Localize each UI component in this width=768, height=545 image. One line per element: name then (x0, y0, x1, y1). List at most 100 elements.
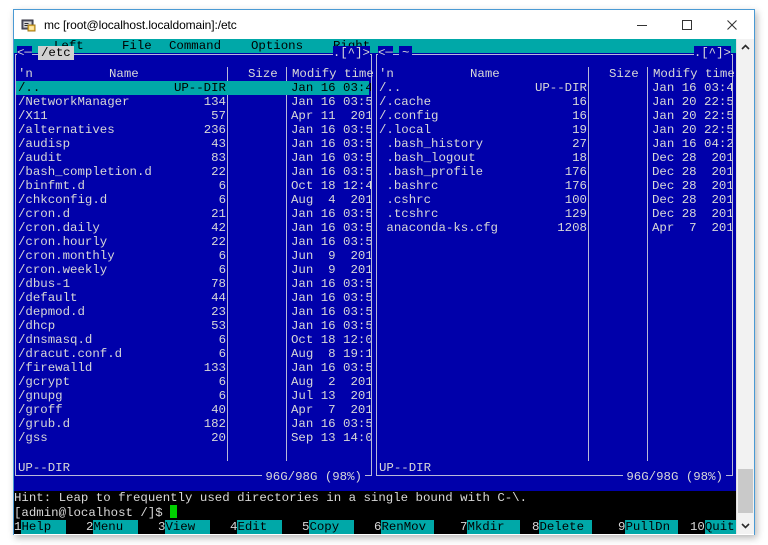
file-row[interactable]: /dhcp 53 Jan 16 03:51 (16, 319, 371, 333)
file-panel-right[interactable]: <─ ~ .[^]> 'n Name Size Modify time /.. U… (375, 46, 736, 491)
panel-left-path[interactable]: /etc (38, 46, 74, 60)
file-row[interactable]: /binfmt.d 6 Oct 18 12:48 (16, 179, 371, 193)
file-row[interactable]: /firewalld 133 Jan 16 03:51 (16, 361, 371, 375)
column-header-size-left[interactable]: Size (248, 67, 278, 81)
file-mtime: Jun 9 2014 (291, 249, 371, 263)
file-row[interactable]: anaconda-ks.cfg 1208 Apr 7 2017 (377, 221, 732, 235)
column-header-name-left[interactable]: Name (109, 67, 139, 81)
file-mtime: Jan 20 22:51 (652, 95, 732, 109)
file-row[interactable]: /.. UP--DIR Jan 16 03:49 (377, 81, 732, 95)
terminal-scrollbar[interactable] (736, 39, 754, 534)
file-list-right[interactable]: /.. UP--DIR Jan 16 03:49 /.cache 16 Jan 20 22… (377, 81, 732, 461)
function-key-number: 1 (14, 520, 22, 534)
file-row[interactable]: /dracut.conf.d 6 Aug 8 19:14 (16, 347, 371, 361)
file-row[interactable]: /gss 20 Sep 13 14:05 (16, 431, 371, 445)
file-row[interactable]: /.. UP--DIR Jan 16 03:49 (16, 81, 371, 95)
panel-right-corner-left: <─ (378, 46, 393, 60)
function-key-4[interactable]: 4 Edit (230, 520, 283, 534)
minimize-button[interactable] (619, 11, 664, 39)
file-row[interactable]: .bash_profile 176 Dec 28 2013 (377, 165, 732, 179)
file-name: /gcrypt (18, 375, 71, 389)
file-row[interactable]: .bashrc 176 Dec 28 2013 (377, 179, 732, 193)
function-key-label: PullDn (625, 520, 678, 534)
window-title: mc [root@localhost.localdomain]:/etc (44, 17, 237, 32)
menu-item-command[interactable]: Command (169, 39, 221, 53)
scrollbar-thumb[interactable] (738, 469, 753, 513)
file-row[interactable]: /cron.hourly 22 Jan 16 03:51 (16, 235, 371, 249)
file-name: /.cache (379, 95, 432, 109)
function-key-3[interactable]: 3 View (158, 520, 211, 534)
file-row[interactable]: /audisp 43 Jan 16 03:52 (16, 137, 371, 151)
file-mtime: Jan 16 03:50 (291, 221, 371, 235)
file-name: /dnsmasq.d (18, 333, 93, 347)
file-size: UP--DIR (173, 81, 226, 95)
panel-right-path[interactable]: ~ (399, 46, 413, 60)
column-header-mtime-right[interactable]: Modify time (653, 67, 735, 81)
file-row[interactable]: .bash_logout 18 Dec 28 2013 (377, 151, 732, 165)
prompt-text: [admin@localhost /]$ (14, 506, 171, 520)
file-row[interactable]: /bash_completion.d 22 Jan 16 03:50 (16, 165, 371, 179)
column-header-mark-left[interactable]: 'n (18, 67, 33, 81)
file-row[interactable]: /default 44 Jan 16 03:51 (16, 291, 371, 305)
function-key-5[interactable]: 5 Copy (302, 520, 355, 534)
file-size: 20 (211, 431, 226, 445)
file-row[interactable]: /X11 57 Apr 11 2018 (16, 109, 371, 123)
file-row[interactable]: /gnupg 6 Jul 13 2018 (16, 389, 371, 403)
chevron-up-icon[interactable] (737, 39, 754, 56)
chevron-down-icon[interactable] (737, 517, 754, 534)
function-key-9[interactable]: 9 PullDn (618, 520, 678, 534)
column-header-mark-right[interactable]: 'n (379, 67, 394, 81)
file-row[interactable]: /.local 19 Jan 20 22:51 (377, 123, 732, 137)
file-row[interactable]: /cron.weekly 6 Jun 9 2014 (16, 263, 371, 277)
file-size: 6 (218, 333, 226, 347)
function-key-7[interactable]: 7 Mkdir (460, 520, 520, 534)
file-mtime: Jan 16 03:52 (291, 151, 371, 165)
file-row[interactable]: /dnsmasq.d 6 Oct 18 12:01 (16, 333, 371, 347)
file-name: .tcshrc (379, 207, 439, 221)
file-name: .bashrc (379, 179, 439, 193)
mini-status-right: UP--DIR (379, 461, 432, 475)
file-row[interactable]: /groff 40 Apr 7 2017 (16, 403, 371, 417)
file-row[interactable]: /depmod.d 23 Jan 16 03:50 (16, 305, 371, 319)
file-row[interactable]: .cshrc 100 Dec 28 2013 (377, 193, 732, 207)
file-row[interactable]: /audit 83 Jan 16 03:52 (16, 151, 371, 165)
file-size: 53 (211, 319, 226, 333)
file-name: /groff (18, 403, 63, 417)
column-header-mtime-left[interactable]: Modify time (292, 67, 374, 81)
file-row[interactable]: /gcrypt 6 Aug 2 2017 (16, 375, 371, 389)
file-row[interactable]: .tcshrc 129 Dec 28 2013 (377, 207, 732, 221)
function-key-8[interactable]: 8 Delete (532, 520, 592, 534)
maximize-button[interactable] (664, 11, 709, 39)
file-name: /cron.weekly (18, 263, 108, 277)
file-row[interactable]: /dbus-1 78 Jan 16 03:50 (16, 277, 371, 291)
free-space-right: 96G/98G (98%) (623, 470, 726, 484)
terminal-area[interactable]: LeftFileCommandOptionsRight <─ /etc .[^]… (14, 39, 754, 534)
file-row[interactable]: /cron.d 21 Jan 16 03:51 (16, 207, 371, 221)
column-header-name-right[interactable]: Name (470, 67, 500, 81)
file-mtime: Jan 16 03:51 (291, 207, 371, 221)
file-size: 40 (211, 403, 226, 417)
shell-prompt-line[interactable]: [admin@localhost /]$ (14, 505, 736, 520)
close-button[interactable] (709, 11, 754, 39)
file-row[interactable]: /grub.d 182 Jan 16 03:50 (16, 417, 371, 431)
file-row[interactable]: /cron.daily 42 Jan 16 03:50 (16, 221, 371, 235)
file-row[interactable]: /NetworkManager 134 Jan 16 03:52 (16, 95, 371, 109)
file-row[interactable]: .bash_history 27 Jan 16 04:26 (377, 137, 732, 151)
function-key-2[interactable]: 2 Menu (86, 520, 139, 534)
menu-item-options[interactable]: Options (251, 39, 303, 53)
function-key-1[interactable]: 1 Help (14, 520, 67, 534)
file-mtime: Dec 28 2013 (652, 151, 732, 165)
file-row[interactable]: /.config 16 Jan 20 22:51 (377, 109, 732, 123)
file-row[interactable]: /cron.monthly 6 Jun 9 2014 (16, 249, 371, 263)
file-name: anaconda-ks.cfg (379, 221, 498, 235)
file-list-left[interactable]: /.. UP--DIR Jan 16 03:49/NetworkManager 134… (16, 81, 371, 461)
file-row[interactable]: /chkconfig.d 6 Aug 4 2017 (16, 193, 371, 207)
file-name: /audit (18, 151, 63, 165)
column-header-size-right[interactable]: Size (609, 67, 639, 81)
file-panel-left[interactable]: <─ /etc .[^]> 'n Name Size Modify time /… (14, 46, 375, 491)
function-key-6[interactable]: 6 RenMov (374, 520, 434, 534)
file-row[interactable]: /.cache 16 Jan 20 22:51 (377, 95, 732, 109)
menu-item-file[interactable]: File (122, 39, 152, 53)
file-row[interactable]: /alternatives 236 Jan 16 03:52 (16, 123, 371, 137)
file-mtime: Dec 28 2013 (652, 179, 732, 193)
